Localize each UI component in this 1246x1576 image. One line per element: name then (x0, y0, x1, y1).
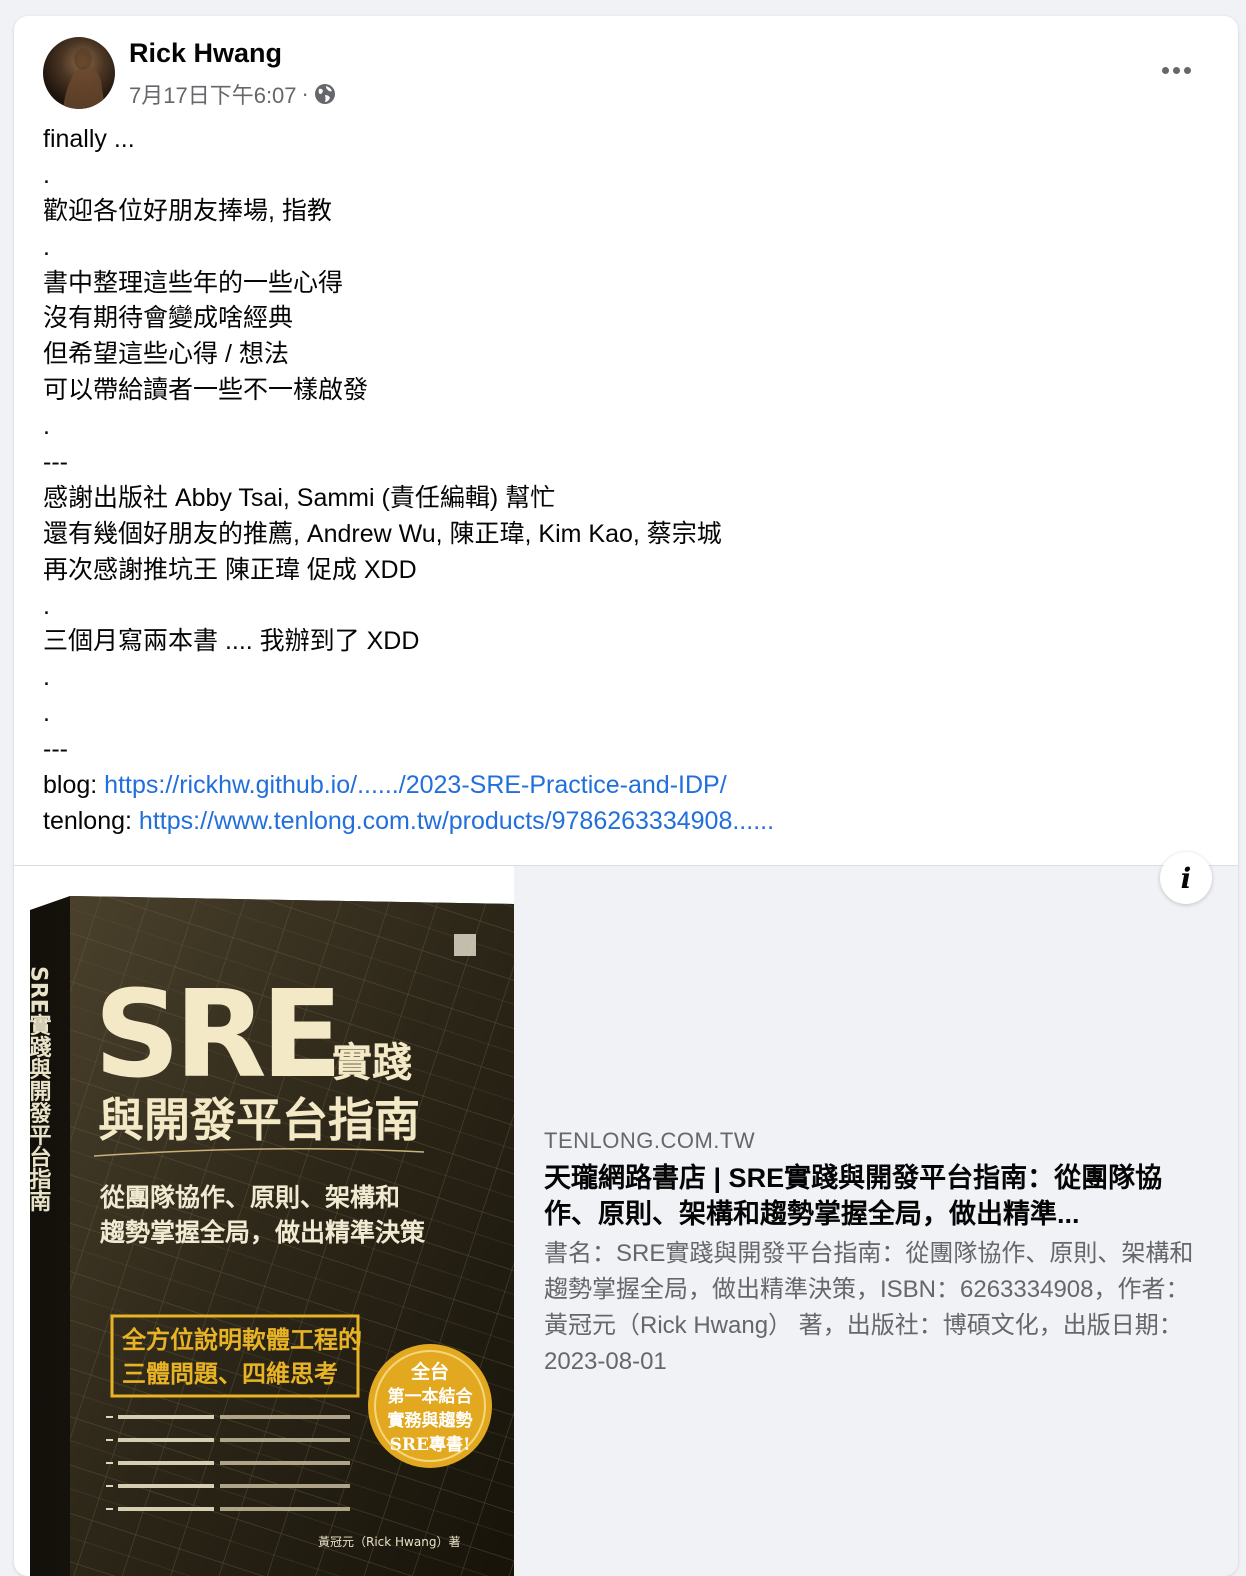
post-line: . (43, 160, 50, 189)
post-line: 再次感謝推坑王 陳正瑋 促成 XDD (43, 555, 417, 584)
info-button[interactable]: i (1160, 852, 1212, 904)
post-meta: 7月17日下午6:07 · (129, 78, 336, 110)
post-line: 歡迎各位好朋友捧場, 指教 (43, 196, 332, 225)
post-line: 但希望這些心得 / 想法 (43, 340, 289, 369)
blog-label: blog: (43, 771, 105, 800)
post-header: Rick Hwang 7月17日下午6:07 · (14, 16, 1238, 116)
more-options-icon (1160, 66, 1193, 74)
cover-banner-2: 三體問題、四維思考 (122, 1360, 338, 1388)
cover-badge-1: 全台 (410, 1360, 449, 1383)
cover-badge-3: 實務與趨勢 (388, 1410, 473, 1431)
author-name[interactable]: Rick Hwang (129, 38, 282, 69)
post-line: 三個月寫兩本書 .... 我辦到了 XDD (43, 627, 420, 656)
meta-separator: · (301, 81, 309, 106)
post-line: 還有幾個好朋友的推薦, Andrew Wu, 陳正瑋, Kim Kao, 蔡宗城 (43, 519, 722, 548)
post-line: finally ... (43, 125, 135, 153)
post-line: . (43, 412, 50, 441)
cover-subtitle-2: 趨勢掌握全局，做出精準決策 (99, 1218, 426, 1247)
post-line: 感謝出版社 Abby Tsai, Sammi (責任編輯) 幫忙 (43, 483, 556, 512)
link-preview-card[interactable]: SRE 實踐 與開發平台指南 從團隊協作、原則、架構和 趨勢掌握全局，做出精準決… (14, 852, 1238, 1576)
avatar[interactable] (43, 37, 115, 109)
post-card: Rick Hwang 7月17日下午6:07 · finally ... . 歡… (14, 16, 1238, 1576)
more-options-button[interactable] (1152, 50, 1200, 90)
cover-big-title: SRE (94, 966, 337, 1105)
book-cover-image: SRE 實踐 與開發平台指南 從團隊協作、原則、架構和 趨勢掌握全局，做出精準決… (14, 866, 514, 1576)
tenlong-line: tenlong: https://www.tenlong.com.tw/prod… (43, 804, 1203, 840)
preview-description: 書名：SRE實踐與開發平台指南：從團隊協作、原則、架構和趨勢掌握全局，做出精準決… (544, 1240, 1194, 1375)
top-strip (0, 0, 1246, 8)
globe-icon[interactable] (314, 83, 336, 105)
cover-badge-2: 第一本結合 (388, 1386, 474, 1407)
tenlong-link[interactable]: https://www.tenlong.com.tw/products/9786… (139, 807, 774, 835)
preview-info: TENLONG.COM.TW 天瓏網路書店 | SRE實踐與開發平台指南：從團隊… (544, 866, 1214, 1576)
preview-domain: TENLONG.COM.TW (544, 1128, 756, 1153)
post-line: . (43, 699, 50, 728)
post-line: --- (43, 735, 68, 764)
cover-title-suffix: 實踐 (332, 1040, 412, 1086)
post-line: --- (43, 448, 68, 477)
post-line: 書中整理這些年的一些心得 (43, 268, 344, 297)
post-line: . (43, 591, 50, 620)
post-line: 沒有期待會變成啥經典 (43, 304, 294, 333)
blog-line: blog: https://rickhw.github.io/....../20… (43, 768, 1203, 804)
preview-title[interactable]: 天瓏網路書店 | SRE實踐與開發平台指南：從團隊協作、原則、架構和趨勢掌握全局… (544, 1160, 1214, 1232)
info-icon: i (1180, 861, 1192, 895)
cover-subtitle-1: 從團隊協作、原則、架構和 (99, 1183, 400, 1212)
post-text: finally ... . 歡迎各位好朋友捧場, 指教 . 書中整理這些年的一些… (43, 122, 1203, 840)
post-line: 可以帶給讀者一些不一樣啟發 (43, 376, 369, 405)
post-line: . (43, 232, 50, 261)
cover-title-line2: 與開發平台指南 (98, 1093, 420, 1147)
cover-banner-1: 全方位說明軟體工程的 (121, 1326, 362, 1354)
cover-spine-text: SRE實踐與開發平台指南 (26, 966, 53, 1212)
post-line: . (43, 663, 50, 692)
cover-badge-4: SRE專書! (390, 1434, 471, 1455)
tenlong-label: tenlong: (43, 806, 139, 835)
post-timestamp[interactable]: 7月17日下午6:07 (129, 78, 297, 110)
blog-link[interactable]: https://rickhw.github.io/....../2023-SRE… (104, 771, 727, 799)
cover-author: 黃冠元（Rick Hwang）著 (318, 1535, 460, 1549)
